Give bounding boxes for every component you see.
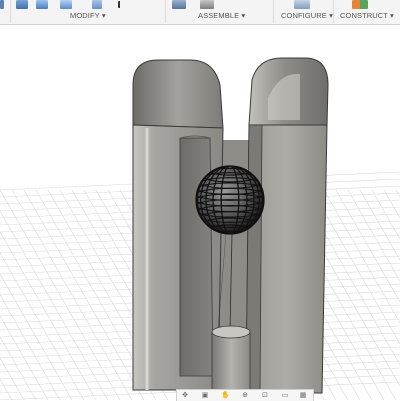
press-pull-icon[interactable] xyxy=(16,0,28,9)
assemble-menu[interactable]: ASSEMBLE ▾ xyxy=(198,11,245,20)
model-canvas xyxy=(0,57,400,400)
toolbar-separator xyxy=(165,0,166,23)
zoom-icon[interactable]: ⊕ xyxy=(241,392,249,399)
modify-label: MODIFY xyxy=(70,11,100,20)
joint-icon[interactable] xyxy=(200,0,214,9)
construct-label: CONSTRUCT xyxy=(340,11,388,20)
chamfer-icon[interactable] xyxy=(60,0,72,9)
design-toolbar: MODIFY ▾ ASSEMBLE ▾ CONFIGURE ▾ CONSTRUC… xyxy=(0,0,400,25)
move-icon[interactable] xyxy=(118,1,130,8)
offset-plane-icon[interactable] xyxy=(352,0,368,9)
display-settings-icon[interactable]: ▭ xyxy=(281,392,289,399)
canvas-viewport[interactable] xyxy=(0,24,400,400)
modify-menu[interactable]: MODIFY ▾ xyxy=(70,11,106,20)
fillet-icon[interactable] xyxy=(36,0,48,9)
toolbar-separator xyxy=(10,0,11,23)
zoom-window-icon[interactable]: ⊡ xyxy=(261,392,269,399)
configure-label: CONFIGURE xyxy=(281,11,327,20)
configure-menu[interactable]: CONFIGURE ▾ xyxy=(281,11,333,20)
grid-icon[interactable]: ▦ xyxy=(299,392,307,399)
pan-icon[interactable]: ▣ xyxy=(201,392,209,399)
configure-icon[interactable] xyxy=(294,0,310,9)
left-arm-top xyxy=(132,59,224,129)
chevron-down-icon: ▾ xyxy=(390,11,394,20)
new-component-icon[interactable] xyxy=(172,0,186,9)
toolbar-separator xyxy=(273,0,274,23)
chevron-down-icon: ▾ xyxy=(101,11,106,20)
navigation-bar: ✥ ▣ ✋ ⊕ ⊡ ▭ ▦ xyxy=(176,389,314,401)
toolbar-separator xyxy=(333,0,334,23)
orbit-icon[interactable]: ✥ xyxy=(181,392,189,399)
sketch-tool-icon[interactable] xyxy=(0,0,4,9)
lattice-sphere xyxy=(195,165,265,235)
base-peg xyxy=(211,325,251,391)
construct-menu[interactable]: CONSTRUCT ▾ xyxy=(340,11,394,20)
chevron-down-icon: ▾ xyxy=(241,11,246,20)
shell-icon[interactable] xyxy=(92,0,102,9)
look-at-icon[interactable]: ✋ xyxy=(221,392,230,399)
assemble-label: ASSEMBLE xyxy=(198,11,240,20)
